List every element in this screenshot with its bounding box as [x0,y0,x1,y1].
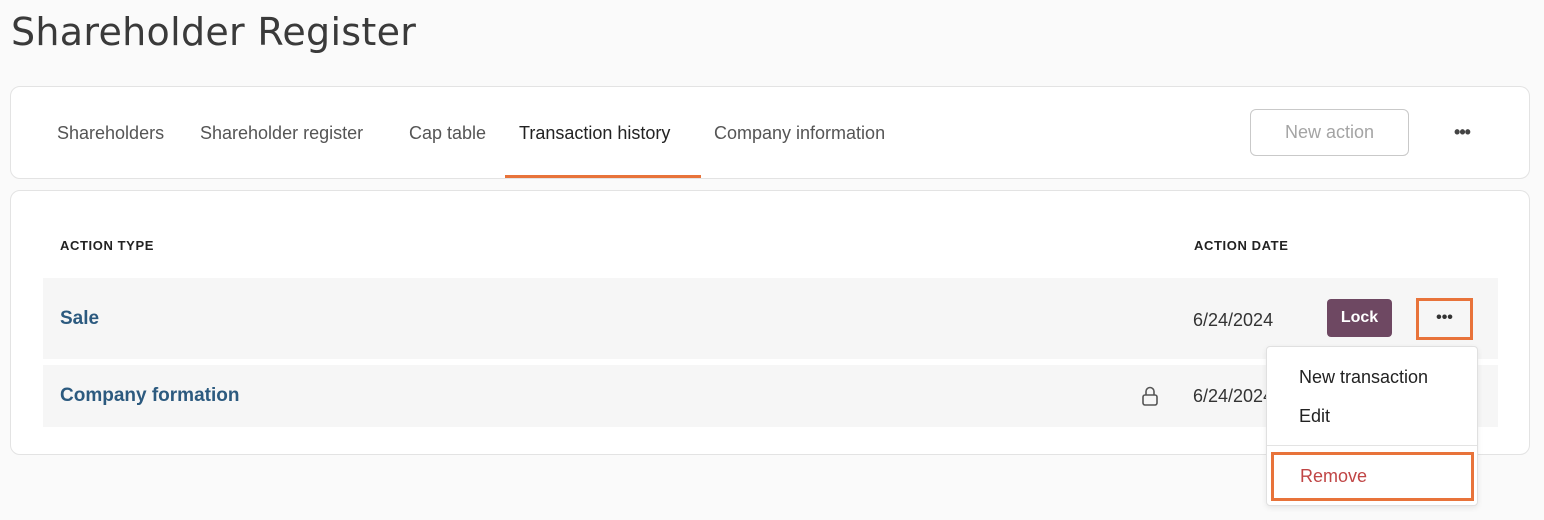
row-actions-menu: New transaction Edit Remove [1266,346,1478,506]
column-header-action-type: ACTION TYPE [60,238,154,253]
active-tab-indicator [505,175,701,178]
row-more-options-button[interactable]: ••• [1416,298,1473,340]
tab-cap-table[interactable]: Cap table [409,87,486,179]
more-options-button[interactable]: ••• [1447,117,1477,147]
menu-divider [1267,445,1477,446]
tab-transaction-history[interactable]: Transaction history [519,87,670,179]
tab-bar: Shareholders Shareholder register Cap ta… [10,86,1530,179]
lock-button[interactable]: Lock [1327,299,1392,337]
page-title: Shareholder Register [11,10,417,54]
action-type-link[interactable]: Company formation [60,385,239,407]
action-date: 6/24/2024 [1193,386,1267,406]
column-header-action-date: ACTION DATE [1194,238,1289,253]
menu-item-remove[interactable]: Remove [1271,452,1474,501]
tab-company-information[interactable]: Company information [714,87,885,179]
tab-shareholder-register[interactable]: Shareholder register [200,87,363,179]
new-action-button[interactable]: New action [1250,109,1409,156]
menu-item-edit[interactable]: Edit [1299,406,1330,427]
action-type-link[interactable]: Sale [60,308,99,330]
action-date: 6/24/2024 [1193,310,1274,330]
tab-shareholders[interactable]: Shareholders [57,87,164,179]
menu-item-remove-label: Remove [1300,466,1368,486]
menu-item-new-transaction[interactable]: New transaction [1299,367,1428,388]
lock-icon [1142,386,1158,406]
